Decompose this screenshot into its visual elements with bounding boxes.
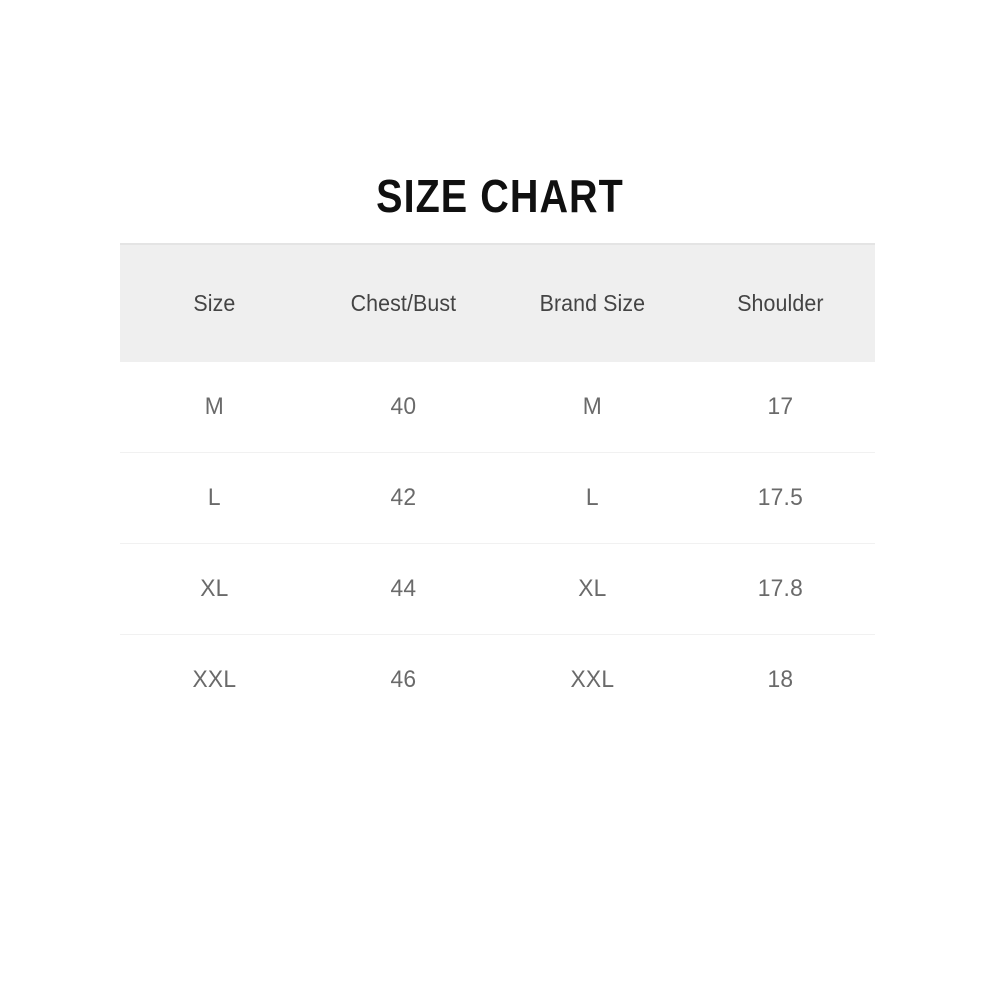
table-header: Size Chest/Bust Brand Size Shoulder bbox=[120, 244, 875, 362]
table-row: M 40 M 17 bbox=[120, 362, 875, 453]
cell-size: XL bbox=[124, 543, 305, 635]
size-chart-page: SIZE CHART Size Chest/Bust Brand Size Sh… bbox=[0, 0, 1000, 1000]
cell-brand-size: M bbox=[502, 362, 682, 453]
cell-size: L bbox=[124, 452, 305, 544]
column-header-shoulder: Shoulder bbox=[692, 244, 869, 362]
cell-chest-bust: 46 bbox=[313, 634, 493, 725]
cell-chest-bust: 42 bbox=[313, 452, 493, 544]
table-row: XL 44 XL 17.8 bbox=[120, 543, 875, 635]
table-row: XXL 46 XXL 18 bbox=[120, 634, 875, 725]
size-chart-table: Size Chest/Bust Brand Size Shoulder M 40… bbox=[120, 243, 875, 725]
cell-shoulder: 18 bbox=[690, 634, 871, 725]
page-title: SIZE CHART bbox=[376, 170, 624, 222]
cell-shoulder: 17 bbox=[690, 362, 871, 453]
cell-chest-bust: 40 bbox=[313, 362, 493, 453]
column-header-chest-bust: Chest/Bust bbox=[315, 244, 491, 362]
cell-brand-size: XXL bbox=[502, 634, 682, 725]
cell-brand-size: L bbox=[502, 452, 682, 544]
cell-shoulder: 17.5 bbox=[690, 452, 871, 544]
table-header-row: Size Chest/Bust Brand Size Shoulder bbox=[120, 244, 875, 362]
column-header-size: Size bbox=[126, 244, 303, 362]
cell-shoulder: 17.8 bbox=[690, 543, 871, 635]
column-header-brand-size: Brand Size bbox=[504, 244, 680, 362]
cell-size: XXL bbox=[124, 634, 305, 725]
cell-chest-bust: 44 bbox=[313, 543, 493, 635]
table-body: M 40 M 17 L 42 L 17.5 XL 44 XL 17.8 XXL … bbox=[120, 362, 875, 725]
cell-size: M bbox=[124, 362, 305, 453]
cell-brand-size: XL bbox=[502, 543, 682, 635]
table-row: L 42 L 17.5 bbox=[120, 452, 875, 544]
